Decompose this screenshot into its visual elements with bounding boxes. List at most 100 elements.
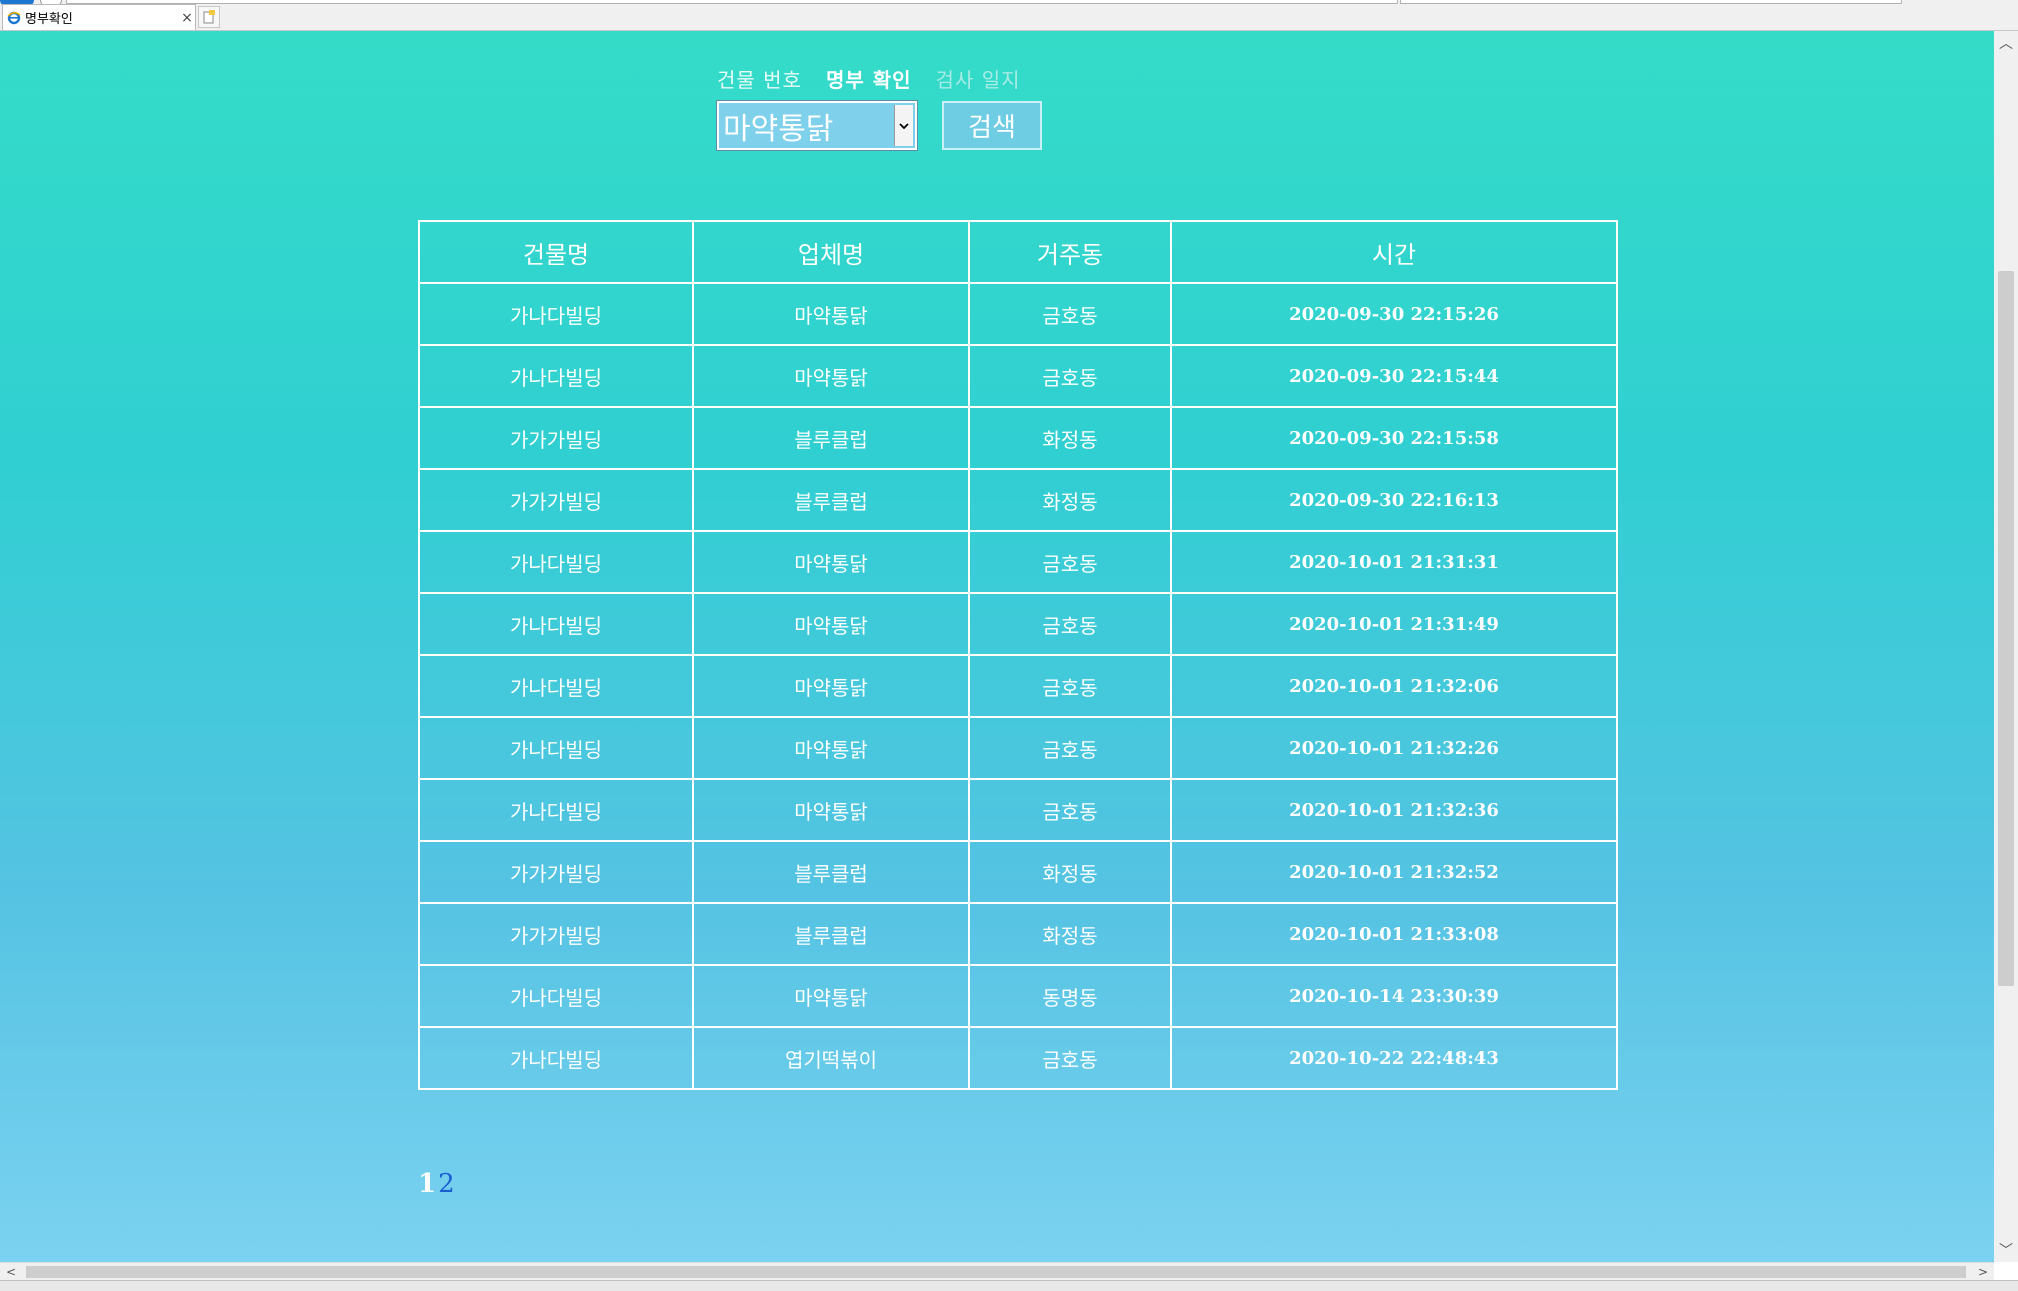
cell-building-name: 가가가빌딩: [418, 468, 694, 532]
table-row: 가가가빌딩 블루클럽 화정동 2020-09-30 22:16:13: [418, 468, 1618, 532]
table-row: 가나다빌딩 마약통닭 금호동 2020-09-30 22:15:44: [418, 344, 1618, 408]
table-header-row: 건물명 업체명 거주동 시간: [418, 220, 1618, 284]
cell-time: 2020-09-30 22:16:13: [1170, 468, 1618, 532]
cell-store-name: 마약통닭: [692, 344, 970, 408]
table-row: 가나다빌딩 엽기떡볶이 금호동 2020-10-22 22:48:43: [418, 1026, 1618, 1090]
cell-store-name: 블루클럽: [692, 468, 970, 532]
cell-time: 2020-10-01 21:31:31: [1170, 530, 1618, 594]
close-tab-icon[interactable]: ×: [179, 10, 195, 26]
cell-time: 2020-09-30 22:15:58: [1170, 406, 1618, 470]
search-button[interactable]: 검색: [942, 101, 1042, 150]
cell-store-name: 마약통닭: [692, 964, 970, 1028]
cell-store-name: 마약통닭: [692, 654, 970, 718]
cell-time: 2020-10-22 22:48:43: [1170, 1026, 1618, 1090]
store-select-value: 마약통닭: [723, 111, 834, 147]
cell-residence: 화정동: [968, 840, 1172, 904]
cell-residence: 화정동: [968, 406, 1172, 470]
scroll-right-icon[interactable]: >: [1972, 1263, 1994, 1281]
top-navigation: 건물 번호 명부 확인 검사 일지: [717, 64, 1021, 93]
page-viewport: 건물 번호 명부 확인 검사 일지 마약통닭 검색 건물명 업체명 거주동 시간…: [0, 31, 1994, 1262]
cell-residence: 금호동: [968, 592, 1172, 656]
vertical-scroll-thumb[interactable]: [1998, 271, 2014, 986]
cell-building-name: 가나다빌딩: [418, 716, 694, 780]
cell-store-name: 엽기떡볶이: [692, 1026, 970, 1090]
cell-time: 2020-09-30 22:15:44: [1170, 344, 1618, 408]
table-row: 가나다빌딩 마약통닭 금호동 2020-10-01 21:31:31: [418, 530, 1618, 594]
cell-residence: 금호동: [968, 344, 1172, 408]
register-table: 건물명 업체명 거주동 시간 가나다빌딩 마약통닭 금호동 2020-09-30 22…: [418, 220, 1618, 1090]
cell-building-name: 가가가빌딩: [418, 406, 694, 470]
header-residence: 거주동: [968, 220, 1172, 284]
table-row: 가나다빌딩 마약통닭 금호동 2020-10-01 21:31:49: [418, 592, 1618, 656]
cell-time: 2020-10-01 21:32:26: [1170, 716, 1618, 780]
cell-residence: 동명동: [968, 964, 1172, 1028]
header-building-name: 건물명: [418, 220, 694, 284]
cell-building-name: 가나다빌딩: [418, 778, 694, 842]
table-row: 가나다빌딩 마약통닭 금호동 2020-10-01 21:32:26: [418, 716, 1618, 780]
cell-residence: 금호동: [968, 282, 1172, 346]
scroll-down-icon[interactable]: ﹀: [1994, 1238, 2018, 1262]
page-2-link[interactable]: 2: [438, 1169, 455, 1199]
cell-residence: 금호동: [968, 716, 1172, 780]
cell-store-name: 마약통닭: [692, 282, 970, 346]
ie-icon: [7, 11, 21, 24]
horizontal-scroll-thumb[interactable]: [26, 1266, 1966, 1278]
cell-store-name: 마약통닭: [692, 778, 970, 842]
header-time: 시간: [1170, 220, 1618, 284]
cell-residence: 화정동: [968, 902, 1172, 966]
browser-tab-strip: 명부확인 ×: [0, 0, 2018, 31]
new-tab-button[interactable]: [198, 6, 220, 28]
vertical-scrollbar[interactable]: ︿ ﹀: [1994, 31, 2018, 1262]
cell-building-name: 가가가빌딩: [418, 902, 694, 966]
scroll-left-icon[interactable]: <: [0, 1263, 22, 1281]
status-bar: [0, 1280, 2018, 1291]
cell-building-name: 가나다빌딩: [418, 282, 694, 346]
cell-building-name: 가나다빌딩: [418, 592, 694, 656]
cell-time: 2020-10-14 23:30:39: [1170, 964, 1618, 1028]
nav-register-check[interactable]: 명부 확인: [826, 64, 912, 93]
address-bar[interactable]: [66, 0, 1398, 4]
cell-building-name: 가나다빌딩: [418, 344, 694, 408]
cell-residence: 금호동: [968, 1026, 1172, 1090]
cell-store-name: 마약통닭: [692, 716, 970, 780]
cell-building-name: 가나다빌딩: [418, 964, 694, 1028]
table-row: 가나다빌딩 마약통닭 금호동 2020-10-01 21:32:36: [418, 778, 1618, 842]
table-row: 가나다빌딩 마약통닭 동명동 2020-10-14 23:30:39: [418, 964, 1618, 1028]
table-row: 가가가빌딩 블루클럽 화정동 2020-10-01 21:32:52: [418, 840, 1618, 904]
cell-residence: 금호동: [968, 778, 1172, 842]
cell-residence: 금호동: [968, 530, 1172, 594]
table-row: 가나다빌딩 마약통닭 금호동 2020-10-01 21:32:06: [418, 654, 1618, 718]
cell-residence: 화정동: [968, 468, 1172, 532]
cell-building-name: 가가가빌딩: [418, 840, 694, 904]
cell-time: 2020-10-01 21:32:52: [1170, 840, 1618, 904]
browser-tab[interactable]: 명부확인 ×: [2, 4, 196, 30]
scroll-up-icon[interactable]: ︿: [1994, 31, 2018, 55]
cell-time: 2020-10-01 21:32:36: [1170, 778, 1618, 842]
cell-building-name: 가나다빌딩: [418, 654, 694, 718]
new-tab-icon: [203, 10, 215, 24]
cell-time: 2020-10-01 21:32:06: [1170, 654, 1618, 718]
cell-residence: 금호동: [968, 654, 1172, 718]
cell-time: 2020-09-30 22:15:26: [1170, 282, 1618, 346]
nav-inspection-log[interactable]: 검사 일지: [936, 64, 1021, 93]
store-select[interactable]: 마약통닭: [716, 100, 918, 151]
pagination: 12: [418, 1169, 455, 1199]
tab-title: 명부확인: [25, 12, 73, 27]
table-row: 가나다빌딩 마약통닭 금호동 2020-09-30 22:15:26: [418, 282, 1618, 346]
table-row: 가가가빌딩 블루클럽 화정동 2020-10-01 21:33:08: [418, 902, 1618, 966]
horizontal-scrollbar[interactable]: < >: [0, 1262, 1994, 1281]
table-row: 가가가빌딩 블루클럽 화정동 2020-09-30 22:15:58: [418, 406, 1618, 470]
cell-building-name: 가나다빌딩: [418, 1026, 694, 1090]
cell-store-name: 마약통닭: [692, 592, 970, 656]
page-1-current: 1: [418, 1169, 437, 1199]
cell-store-name: 블루클럽: [692, 406, 970, 470]
cell-time: 2020-10-01 21:31:49: [1170, 592, 1618, 656]
header-store-name: 업체명: [692, 220, 970, 284]
cell-time: 2020-10-01 21:33:08: [1170, 902, 1618, 966]
chevron-down-icon[interactable]: [894, 105, 913, 146]
cell-store-name: 마약통닭: [692, 530, 970, 594]
cell-building-name: 가나다빌딩: [418, 530, 694, 594]
browser-search-box[interactable]: [1400, 0, 1902, 4]
nav-building-number[interactable]: 건물 번호: [717, 64, 802, 93]
cell-store-name: 블루클럽: [692, 902, 970, 966]
